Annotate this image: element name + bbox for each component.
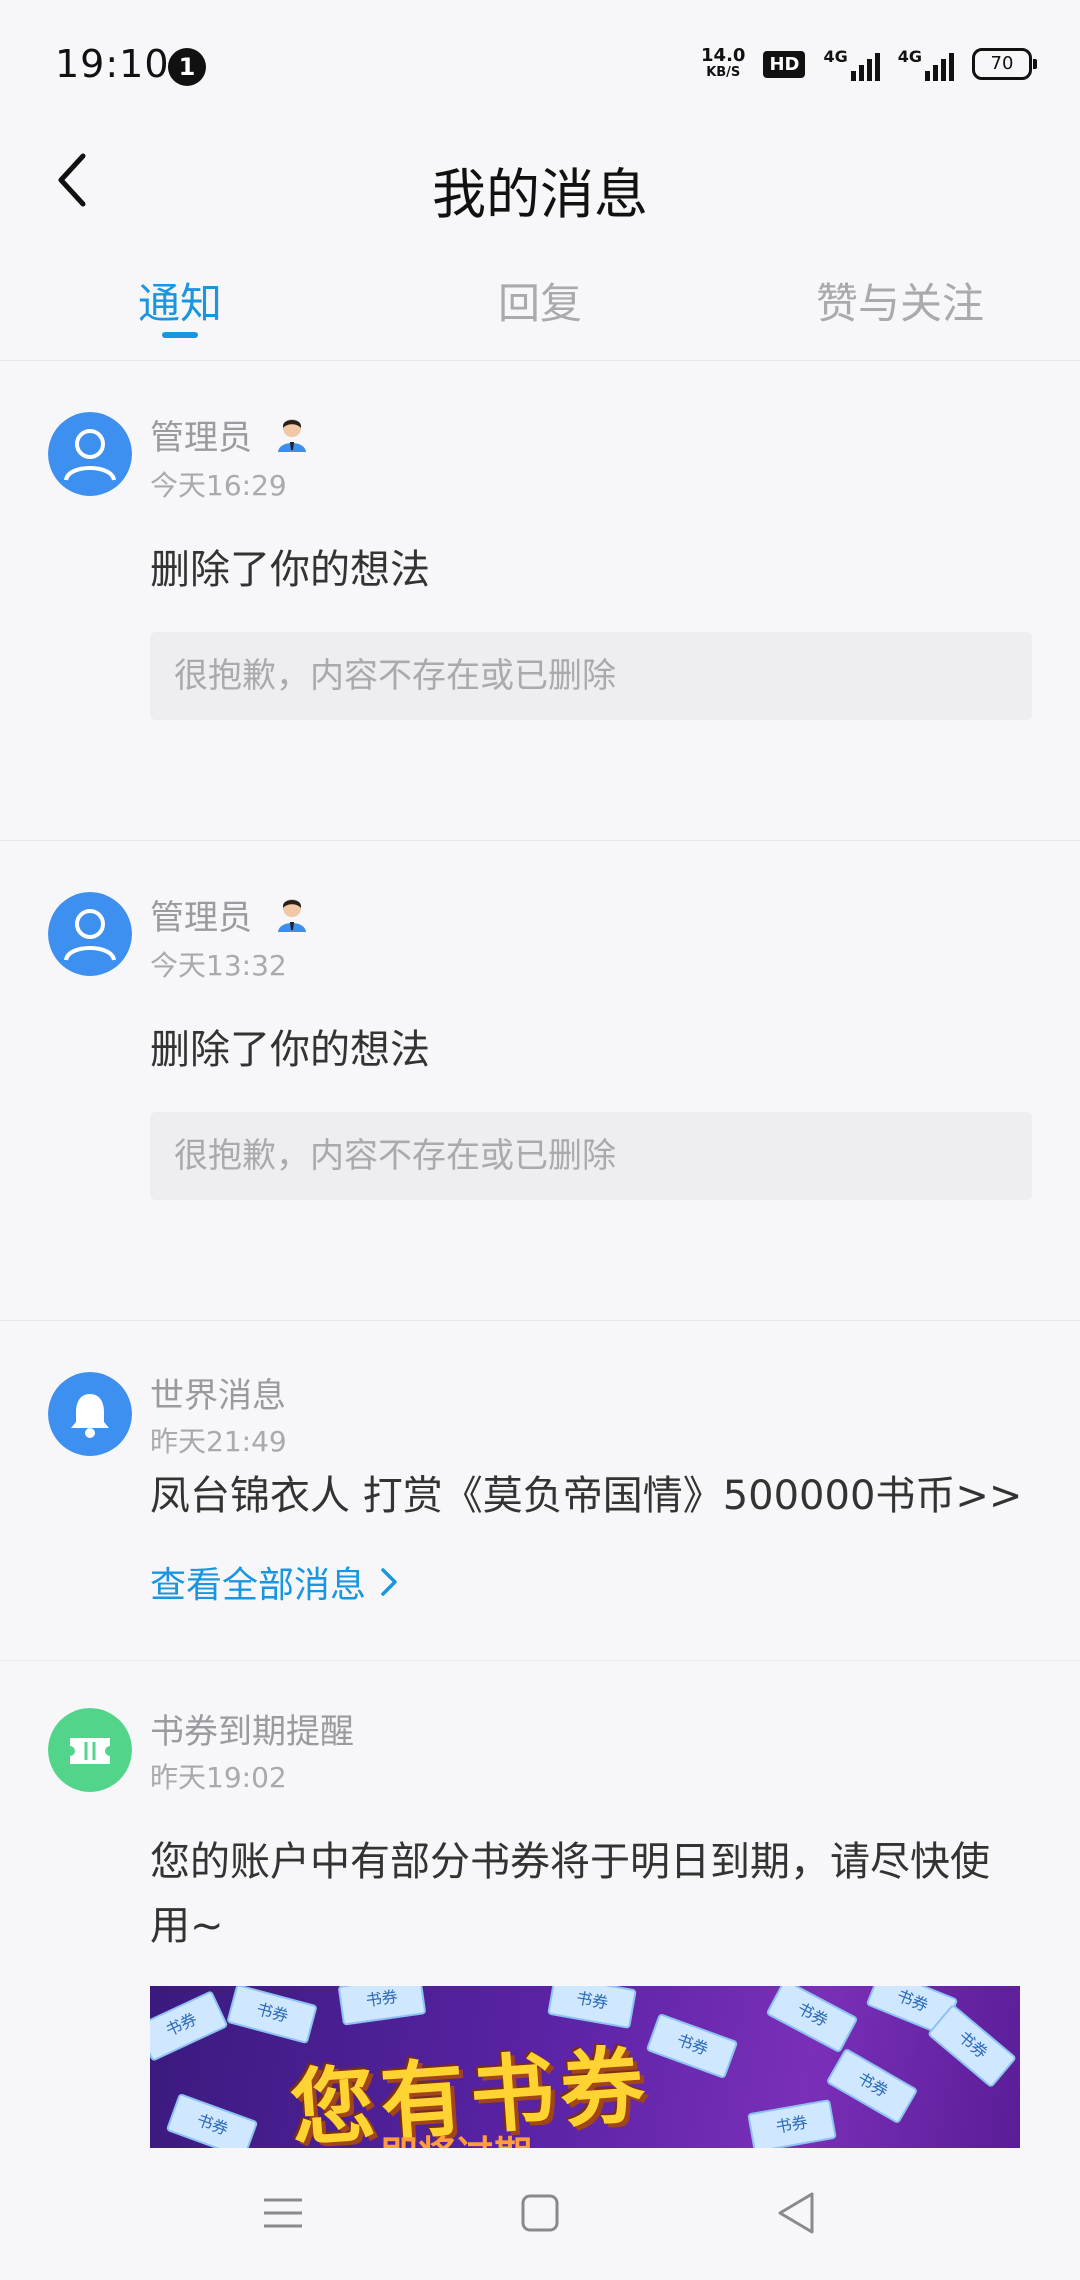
banner-subtitle: 即将过期 — [380, 2124, 532, 2148]
status-time: 19:10 — [55, 42, 170, 86]
message-content-line: 用~ — [150, 1903, 224, 1949]
sender-name: 管理员 — [150, 898, 252, 938]
user-avatar-icon — [48, 412, 132, 496]
avatar — [48, 412, 132, 496]
tab-notifications[interactable]: 通知 — [138, 270, 222, 331]
back-triangle-icon — [778, 2192, 814, 2234]
admin-badge-icon — [278, 899, 306, 932]
avatar — [48, 1372, 132, 1456]
avatar — [48, 892, 132, 976]
ticket-icon — [48, 1708, 132, 1792]
user-avatar-icon — [48, 892, 132, 976]
ticket-image: 书券 — [926, 2003, 1018, 2089]
message-time: 今天16:29 — [150, 469, 287, 502]
message-content-line: 您的账户中有部分书券将于明日到期，请尽快使 — [150, 1839, 990, 1885]
net-speed-value: 14.0 — [701, 45, 746, 66]
chevron-right-icon — [381, 1568, 397, 1596]
ticket-image: 书券 — [226, 1986, 318, 2045]
admin-badge-icon — [278, 419, 306, 452]
home-square-icon — [521, 2194, 559, 2232]
message-item[interactable]: 世界消息 昨天21:49 凤台锦衣人 打赏《莫负帝国情》500000书币>> 查… — [0, 1322, 1080, 1661]
ticket-image: 书券 — [765, 1986, 859, 2054]
signal-label: 4G — [823, 47, 848, 66]
tab-likes-follows[interactable]: 赞与关注 — [816, 270, 984, 331]
ticket-image: 书券 — [645, 2012, 739, 2080]
signal-label: 4G — [897, 47, 922, 66]
message-content: 删除了你的想法 — [150, 547, 430, 593]
signal-icon: 4G — [823, 47, 880, 81]
net-speed-unit: KB/S — [706, 65, 741, 80]
message-item[interactable]: 管理员 今天13:32 删除了你的想法 很抱歉，内容不存在或已删除 — [0, 842, 1080, 1321]
bell-icon — [48, 1372, 132, 1456]
signal-icon: 4G — [898, 47, 954, 81]
net-speed: 14.0 KB/S — [701, 47, 745, 81]
ticket-image: 书券 — [825, 2047, 919, 2125]
view-all-messages-link[interactable]: 查看全部消息 — [150, 1556, 402, 1608]
system-nav-bar — [0, 2148, 1080, 2280]
status-bar: 19:10 1 14.0 KB/S HD 4G 4G 70 — [0, 0, 1080, 130]
quoted-content[interactable]: 很抱歉，内容不存在或已删除 — [150, 632, 1032, 720]
menu-button[interactable] — [248, 2178, 318, 2248]
tab-bar: 通知 回复 赞与关注 — [0, 250, 1080, 361]
message-content[interactable]: 凤台锦衣人 打赏《莫负帝国情》500000书币>> — [150, 1464, 1022, 1528]
ticket-image: 书券 — [337, 1986, 427, 2026]
back-nav-button[interactable] — [762, 2178, 832, 2248]
ticket-image: 书券 — [165, 2092, 259, 2148]
notification-badge: 1 — [168, 48, 206, 86]
message-content: 删除了你的想法 — [150, 1027, 430, 1073]
ticket-image: 书券 — [150, 1990, 229, 2062]
tab-replies[interactable]: 回复 — [498, 270, 582, 331]
message-time: 昨天19:02 — [150, 1761, 287, 1794]
sender-name: 管理员 — [150, 418, 252, 458]
status-icons: 14.0 KB/S HD 4G 4G 70 — [701, 42, 1037, 86]
page-title: 我的消息 — [432, 163, 648, 226]
avatar — [48, 1708, 132, 1792]
view-all-label: 查看全部消息 — [150, 1565, 367, 1606]
tab-active-indicator — [162, 332, 198, 338]
ticket-image: 书券 — [747, 2099, 837, 2148]
battery-icon: 70 — [972, 48, 1037, 80]
voucher-banner[interactable]: 书券 书券 书券 书券 书券 书券 书券 书券 书券 书券 书券 您有书券 即将… — [150, 1986, 1020, 2148]
message-time: 今天13:32 — [150, 949, 287, 982]
home-button[interactable] — [505, 2178, 575, 2248]
hd-icon: HD — [763, 50, 806, 78]
sender-name: 世界消息 — [150, 1376, 286, 1416]
menu-icon — [264, 2198, 302, 2228]
sender-name: 书券到期提醒 — [150, 1712, 354, 1752]
quoted-content[interactable]: 很抱歉，内容不存在或已删除 — [150, 1112, 1032, 1200]
app-header: 我的消息 — [0, 130, 1080, 240]
message-item[interactable]: 管理员 今天16:29 删除了你的想法 很抱歉，内容不存在或已删除 — [0, 362, 1080, 841]
message-time: 昨天21:49 — [150, 1425, 287, 1458]
